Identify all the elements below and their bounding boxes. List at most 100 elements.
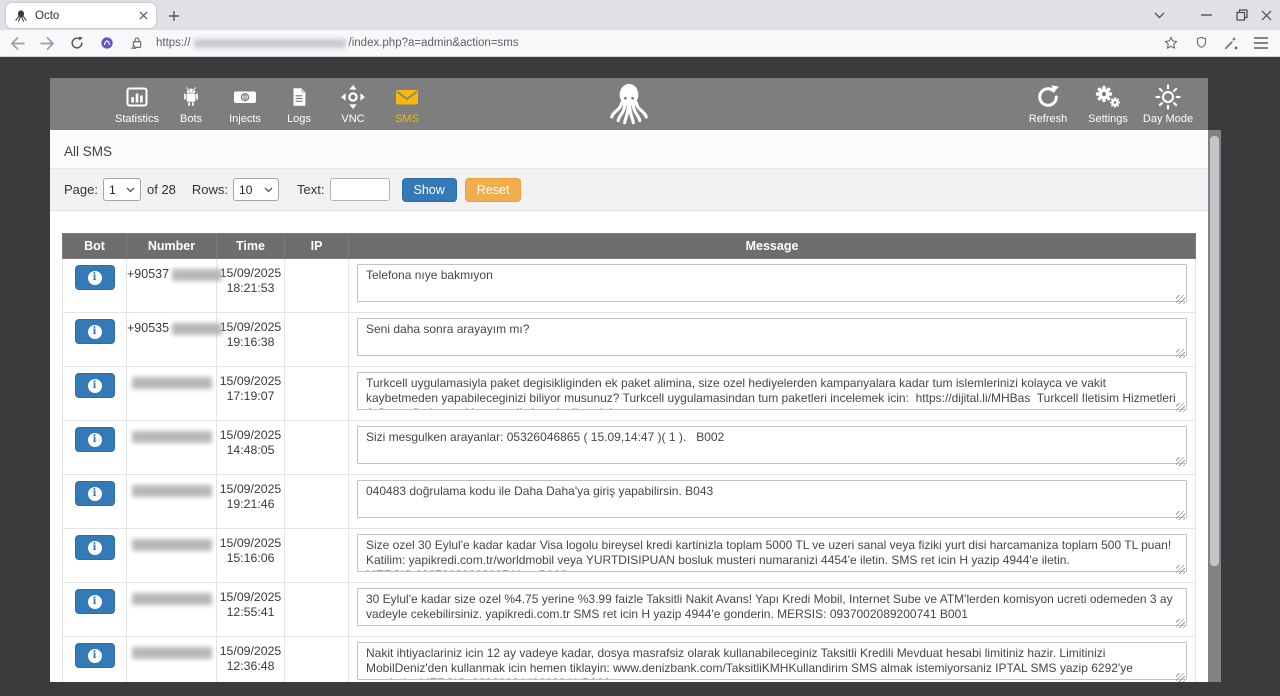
resize-grip-icon[interactable] xyxy=(1176,457,1185,466)
nav-item-bots[interactable]: Bots xyxy=(165,83,217,125)
browser-toolbar: https:///index.php?a=admin&action=sms xyxy=(0,30,1280,57)
column-header-time: Time xyxy=(217,234,285,259)
admin-navbar: Statistics Bots Injects Logs VNC xyxy=(50,78,1208,130)
sms-table: Bot Number Time IP Message +90537 15/09/… xyxy=(62,233,1196,682)
sms-message-textarea[interactable]: 30 Eylul'e kadar size ozel %4.75 yerine … xyxy=(357,588,1187,626)
sms-time: 12:36:48 xyxy=(217,659,284,674)
sms-date: 15/09/2025 xyxy=(217,374,284,389)
insecure-lock-icon[interactable] xyxy=(124,32,150,54)
new-tab-button[interactable] xyxy=(164,6,184,26)
redacted-number xyxy=(132,593,212,605)
reload-icon[interactable] xyxy=(64,32,90,54)
resize-grip-icon[interactable] xyxy=(1176,349,1185,358)
bot-info-button[interactable] xyxy=(75,535,115,560)
sms-time: 17:19:07 xyxy=(217,389,284,404)
bot-info-button[interactable] xyxy=(75,643,115,668)
reset-button[interactable]: Reset xyxy=(465,178,522,202)
banknote-icon xyxy=(232,83,258,111)
info-icon xyxy=(88,325,102,339)
nav-item-statistics[interactable]: Statistics xyxy=(111,83,163,125)
bot-info-button[interactable] xyxy=(75,265,115,290)
redacted-url-segment xyxy=(194,39,346,48)
sms-time: 18:21:53 xyxy=(217,281,284,296)
panel-scrollbar[interactable] xyxy=(1208,130,1221,682)
ip-cell xyxy=(285,529,349,583)
sms-panel: All SMS Page: 1 of 28 Rows: 10 Text: Sho… xyxy=(50,130,1208,682)
bookmark-star-icon[interactable] xyxy=(1158,32,1184,54)
forward-icon[interactable] xyxy=(34,32,60,54)
window-minimize-button[interactable] xyxy=(1186,0,1226,30)
scrollbar-thumb[interactable] xyxy=(1210,136,1219,566)
nav-item-sms[interactable]: SMS xyxy=(381,83,433,125)
tab-close-icon[interactable] xyxy=(139,11,148,20)
redacted-number xyxy=(172,323,222,335)
info-icon xyxy=(88,271,102,285)
table-row: 15/09/2025 15:16:06 Size ozel 30 Eylul'e… xyxy=(63,529,1196,583)
redacted-number xyxy=(132,431,212,443)
nav-item-logs[interactable]: Logs xyxy=(273,83,325,125)
bot-info-button[interactable] xyxy=(75,373,115,398)
url-bar[interactable]: https:///index.php?a=admin&action=sms xyxy=(156,33,1154,53)
page-title: All SMS xyxy=(50,130,1208,169)
browser-tab[interactable]: Octo xyxy=(6,3,156,28)
resize-grip-icon[interactable] xyxy=(1176,565,1185,574)
extension-icon[interactable] xyxy=(94,32,120,54)
text-filter-input[interactable] xyxy=(330,178,390,201)
nav-item-vnc[interactable]: VNC xyxy=(327,83,379,125)
menu-hamburger-icon[interactable] xyxy=(1248,32,1274,54)
redacted-number xyxy=(132,647,212,659)
table-row: 15/09/2025 17:19:07 Turkcell uygulamasiy… xyxy=(63,367,1196,421)
sms-date: 15/09/2025 xyxy=(217,536,284,551)
resize-grip-icon[interactable] xyxy=(1176,619,1185,628)
move-arrows-icon xyxy=(340,83,366,111)
sms-date: 15/09/2025 xyxy=(217,266,284,281)
info-icon xyxy=(88,595,102,609)
page-label: Page: xyxy=(64,182,98,197)
refresh-icon xyxy=(1035,83,1061,111)
bot-info-button[interactable] xyxy=(75,319,115,344)
resize-grip-icon[interactable] xyxy=(1176,673,1185,682)
rows-select[interactable]: 10 xyxy=(233,178,279,201)
sms-message-textarea[interactable]: Sizi mesgulken arayanlar: 05326046865 ( … xyxy=(357,426,1187,464)
show-button[interactable]: Show xyxy=(402,178,457,202)
tab-title: Octo xyxy=(35,10,139,22)
wand-icon[interactable] xyxy=(1218,32,1244,54)
chevron-down-icon xyxy=(264,187,273,193)
sms-time: 19:16:38 xyxy=(217,335,284,350)
sun-icon xyxy=(1155,83,1181,111)
bar-chart-icon xyxy=(125,83,149,111)
sms-message-textarea[interactable]: Nakit ihtiyaclariniz icin 12 ay vadeye k… xyxy=(357,642,1187,680)
bot-info-button[interactable] xyxy=(75,589,115,614)
info-icon xyxy=(88,433,102,447)
pagination-controls: Page: 1 of 28 Rows: 10 Text: Show Reset xyxy=(50,169,1208,211)
bot-info-button[interactable] xyxy=(75,427,115,452)
refresh-button[interactable]: Refresh xyxy=(1019,83,1077,125)
back-icon[interactable] xyxy=(4,32,30,54)
url-prefix: https:// xyxy=(156,37,191,49)
sms-message-textarea[interactable]: Seni daha sonra arayayım mı? xyxy=(357,318,1187,356)
sms-date: 15/09/2025 xyxy=(217,644,284,659)
shield-icon[interactable] xyxy=(1188,32,1214,54)
resize-grip-icon[interactable] xyxy=(1176,295,1185,304)
day-mode-button[interactable]: Day Mode xyxy=(1139,83,1197,125)
document-icon xyxy=(288,83,310,111)
resize-grip-icon[interactable] xyxy=(1176,403,1185,412)
sms-message-textarea[interactable]: Telefona nıye bakmıyon xyxy=(357,264,1187,302)
table-row: 15/09/2025 12:55:41 30 Eylul'e kadar siz… xyxy=(63,583,1196,637)
page-select[interactable]: 1 xyxy=(103,178,141,201)
sms-message-textarea[interactable]: Turkcell uygulamasiyla paket degisikligi… xyxy=(357,372,1187,410)
resize-grip-icon[interactable] xyxy=(1176,511,1185,520)
tab-list-chevron-icon[interactable] xyxy=(1146,0,1172,30)
window-close-button[interactable] xyxy=(1246,0,1280,30)
info-icon xyxy=(88,541,102,555)
nav-item-injects[interactable]: Injects xyxy=(219,83,271,125)
settings-button[interactable]: Settings xyxy=(1079,83,1137,125)
sms-message-textarea[interactable]: 040483 doğrulama kodu ile Daha Daha'ya g… xyxy=(357,480,1187,518)
sms-message-textarea[interactable]: Size ozel 30 Eylul'e kadar kadar Visa lo… xyxy=(357,534,1187,572)
phone-number: +90537 xyxy=(127,267,169,281)
column-header-number: Number xyxy=(127,234,217,259)
octopus-favicon-icon xyxy=(14,9,28,23)
ip-cell xyxy=(285,259,349,313)
sms-time: 15:16:06 xyxy=(217,551,284,566)
bot-info-button[interactable] xyxy=(75,481,115,506)
